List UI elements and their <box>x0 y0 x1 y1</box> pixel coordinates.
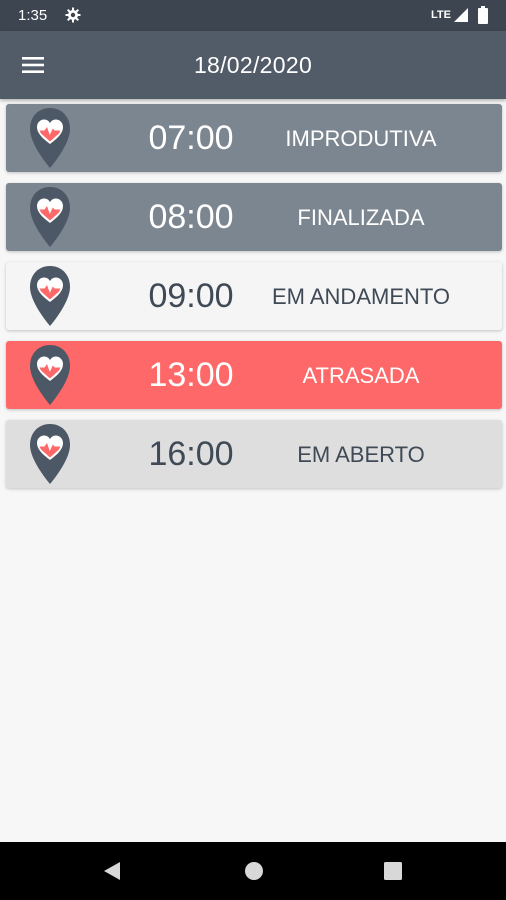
status-bar: 1:35 LTE <box>0 0 506 31</box>
visit-card[interactable]: 08:00 FINALIZADA <box>6 183 502 251</box>
battery-icon <box>478 6 488 24</box>
visit-status: ATRASADA <box>302 363 420 388</box>
network-type: LTE <box>431 9 451 21</box>
gear-icon <box>65 7 81 23</box>
status-time: 1:35 <box>18 7 48 24</box>
visit-card[interactable]: 09:00 EM ANDAMENTO <box>6 262 502 330</box>
visit-card[interactable]: 07:00 IMPRODUTIVA <box>6 104 502 172</box>
location-pin-heart-icon <box>30 187 70 247</box>
location-pin-heart-icon <box>30 266 70 326</box>
visit-status: EM ABERTO <box>297 442 425 467</box>
visit-status: EM ANDAMENTO <box>271 284 451 309</box>
back-icon[interactable] <box>102 861 122 881</box>
visit-status: FINALIZADA <box>297 205 425 230</box>
visit-card[interactable]: 16:00 EM ABERTO <box>6 420 502 488</box>
location-pin-heart-icon <box>30 424 70 484</box>
signal-icon <box>454 8 468 22</box>
app-bar: 18/02/2020 <box>0 31 506 99</box>
page-title: 18/02/2020 <box>193 52 313 78</box>
visit-card[interactable]: 13:00 ATRASADA <box>6 341 502 409</box>
home-icon[interactable] <box>244 861 264 881</box>
location-pin-heart-icon <box>30 108 70 168</box>
visit-status: IMPRODUTIVA <box>285 126 437 151</box>
location-pin-heart-icon <box>30 345 70 405</box>
visit-list: 07:00 IMPRODUTIVA 08:00 FINALIZADA 09:00… <box>6 104 502 499</box>
recents-icon[interactable] <box>384 862 402 880</box>
